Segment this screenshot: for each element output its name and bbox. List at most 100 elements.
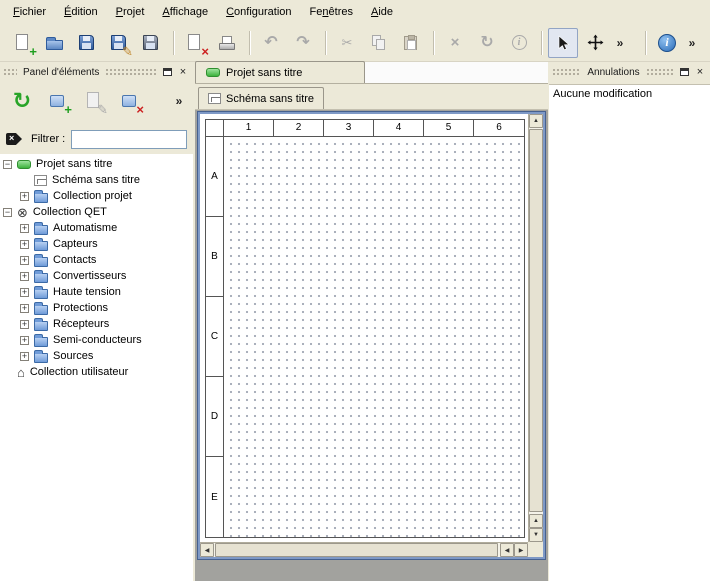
tree-toggle[interactable]: + bbox=[20, 304, 29, 313]
menu-item-configuration[interactable]: Configuration bbox=[217, 2, 300, 22]
menu-item-projet[interactable]: Projet bbox=[107, 2, 154, 22]
clear-filter-icon[interactable]: × bbox=[6, 132, 25, 146]
vertical-scroll-thumb[interactable] bbox=[529, 129, 543, 512]
toolbar-separator bbox=[645, 31, 647, 55]
tab-schema[interactable]: Schéma sans titre bbox=[198, 87, 324, 109]
reload-collections-button[interactable]: ↻ bbox=[6, 85, 38, 117]
close-panel-button[interactable]: × bbox=[176, 65, 190, 79]
scroll-down-icon[interactable]: ▼ bbox=[529, 528, 543, 542]
new-element-button[interactable]: + bbox=[42, 85, 74, 117]
dock-grip bbox=[105, 68, 158, 76]
horizontal-scrollbar[interactable]: ◀ ◀ ▶ bbox=[200, 542, 528, 557]
row-header: B bbox=[206, 217, 223, 297]
pan-mode-button[interactable] bbox=[580, 28, 610, 58]
close-panel-button[interactable]: × bbox=[693, 65, 707, 79]
tree-toggle[interactable]: + bbox=[20, 320, 29, 329]
cut-icon: ✂ bbox=[336, 32, 358, 54]
tree-item[interactable]: ⌂Collection utilisateur bbox=[0, 364, 193, 380]
scroll-left-icon[interactable]: ◀ bbox=[500, 543, 514, 557]
row-header: C bbox=[206, 297, 223, 377]
tree-item[interactable]: +Protections bbox=[0, 300, 193, 316]
tree-item[interactable]: +Contacts bbox=[0, 252, 193, 268]
tree-toggle[interactable]: + bbox=[20, 336, 29, 345]
save-all-button[interactable] bbox=[136, 28, 166, 58]
tree-item-label: Automatisme bbox=[53, 222, 117, 234]
close-project-button[interactable]: × bbox=[180, 28, 210, 58]
folder-icon bbox=[34, 225, 48, 235]
tree-toggle[interactable]: + bbox=[20, 240, 29, 249]
open-project-button[interactable] bbox=[40, 28, 70, 58]
tree-item[interactable]: +Capteurs bbox=[0, 236, 193, 252]
menu-item-fenetres[interactable]: Fenêtres bbox=[301, 2, 362, 22]
save-as-button[interactable]: ✎ bbox=[104, 28, 134, 58]
print-button[interactable] bbox=[212, 28, 242, 58]
about-qet-button[interactable]: i bbox=[652, 28, 682, 58]
undo-button[interactable]: ↶ bbox=[256, 28, 286, 58]
menu-item-affichage[interactable]: Affichage bbox=[153, 2, 217, 22]
paste-icon bbox=[400, 32, 422, 54]
delete-element-button[interactable]: × bbox=[114, 85, 146, 117]
save-button[interactable] bbox=[72, 28, 102, 58]
edit-element-button[interactable]: ✎ bbox=[78, 85, 110, 117]
diagram-canvas[interactable]: 123456 ABCDE bbox=[200, 114, 528, 542]
menu-item-fichier[interactable]: Fichier bbox=[4, 2, 55, 22]
panel-overflow-button[interactable]: » bbox=[171, 91, 187, 111]
conductor-info-button[interactable]: i bbox=[504, 28, 534, 58]
menu-item-edition[interactable]: Édition bbox=[55, 2, 107, 22]
tree-toggle[interactable]: + bbox=[20, 256, 29, 265]
scroll-right-icon[interactable]: ▶ bbox=[514, 543, 528, 557]
toolbar-overflow-2-button[interactable]: » bbox=[684, 28, 700, 58]
undo-history-list[interactable]: Aucune modification bbox=[549, 84, 710, 581]
tree-item[interactable]: + Automatisme bbox=[0, 220, 193, 236]
tree-toggle[interactable]: − bbox=[3, 160, 12, 169]
diagram-paper[interactable]: 123456 ABCDE bbox=[205, 119, 525, 538]
tree-item[interactable]: +Haute tension bbox=[0, 284, 193, 300]
copy-button[interactable] bbox=[364, 28, 394, 58]
tree-item[interactable]: +Collection projet bbox=[0, 188, 193, 204]
element-tree: −Projet sans titreSchéma sans titre+Coll… bbox=[0, 154, 193, 581]
elements-panel-header: Panel d'éléments × bbox=[0, 64, 193, 80]
tree-item[interactable]: −Projet sans titre bbox=[0, 156, 193, 172]
print-icon bbox=[216, 32, 238, 54]
tree-item[interactable]: +Convertisseurs bbox=[0, 268, 193, 284]
schema-tab-bar: Schéma sans titre bbox=[195, 84, 548, 110]
paste-button[interactable] bbox=[396, 28, 426, 58]
tree-item-label: Récepteurs bbox=[53, 318, 109, 330]
float-panel-button[interactable] bbox=[677, 65, 691, 79]
qet-icon: ⊗ bbox=[17, 206, 28, 219]
delete-selection-button[interactable]: × bbox=[440, 28, 470, 58]
folder-icon bbox=[34, 273, 48, 283]
filter-input[interactable] bbox=[71, 130, 187, 149]
tree-toggle[interactable]: + bbox=[20, 192, 29, 201]
vertical-scrollbar[interactable]: ▲ ▲ ▼ bbox=[528, 114, 543, 542]
rotate-selection-button[interactable]: ↻ bbox=[472, 28, 502, 58]
scroll-left-icon[interactable]: ◀ bbox=[200, 543, 214, 557]
tree-item-label: Collection utilisateur bbox=[30, 366, 128, 378]
tree-item[interactable]: +Sources bbox=[0, 348, 193, 364]
tree-toggle[interactable]: − bbox=[3, 208, 12, 217]
tab-project[interactable]: Projet sans titre bbox=[195, 61, 365, 83]
tree-toggle[interactable]: + bbox=[20, 352, 29, 361]
dock-grip bbox=[552, 68, 581, 76]
tree-item[interactable]: +Semi-conducteurs bbox=[0, 332, 193, 348]
tree-item[interactable]: + Récepteurs bbox=[0, 316, 193, 332]
horizontal-scroll-thumb[interactable] bbox=[215, 543, 498, 557]
dock-grip bbox=[646, 68, 675, 76]
tree-item[interactable]: −⊗Collection QET bbox=[0, 204, 193, 220]
redo-button[interactable]: ↷ bbox=[288, 28, 318, 58]
tree-toggle[interactable]: + bbox=[20, 224, 29, 233]
tree-item[interactable]: Schéma sans titre bbox=[0, 172, 193, 188]
scrollbar-corner bbox=[528, 542, 543, 557]
scroll-up-icon[interactable]: ▲ bbox=[529, 114, 543, 128]
float-panel-button[interactable] bbox=[160, 65, 174, 79]
diagram-grid[interactable] bbox=[224, 137, 524, 537]
new-project-button[interactable]: + bbox=[8, 28, 38, 58]
cut-button[interactable]: ✂ bbox=[332, 28, 362, 58]
toolbar-overflow-button[interactable]: » bbox=[612, 28, 628, 58]
select-mode-button[interactable] bbox=[548, 28, 578, 58]
tree-toggle[interactable]: + bbox=[20, 288, 29, 297]
chevron-right-icon: » bbox=[613, 32, 627, 54]
scroll-up-icon[interactable]: ▲ bbox=[529, 514, 543, 528]
menu-item-aide[interactable]: Aide bbox=[362, 2, 402, 22]
tree-toggle[interactable]: + bbox=[20, 272, 29, 281]
